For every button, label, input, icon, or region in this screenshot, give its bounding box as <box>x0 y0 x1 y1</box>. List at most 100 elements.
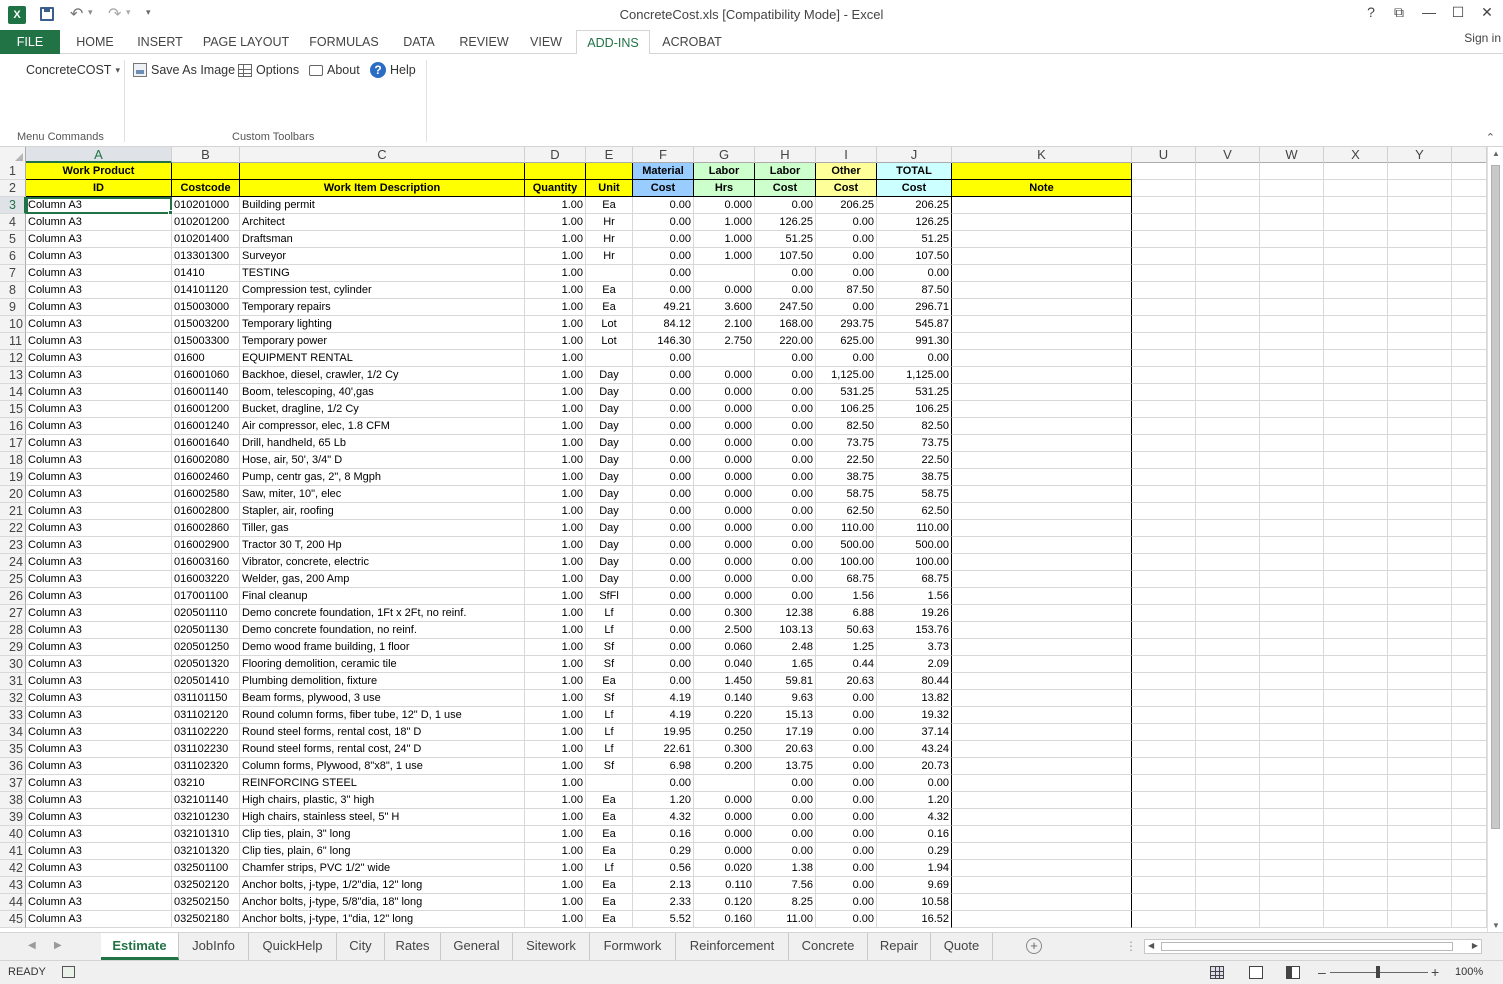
cell-e[interactable]: Day <box>586 537 633 554</box>
zoom-in-icon[interactable]: + <box>1431 964 1439 980</box>
empty-cell[interactable] <box>1260 571 1324 588</box>
row-header[interactable]: 43 <box>0 877 26 894</box>
empty-cell[interactable] <box>1324 673 1388 690</box>
cell-a[interactable]: Column A3 <box>26 656 172 673</box>
empty-cell[interactable] <box>1132 486 1196 503</box>
row-header[interactable]: 27 <box>0 605 26 622</box>
column-header[interactable]: Y <box>1388 147 1452 163</box>
cell-b[interactable]: 015003300 <box>172 333 240 350</box>
empty-cell[interactable] <box>1132 911 1196 928</box>
column-header[interactable]: F <box>633 147 694 163</box>
sheet-tab-repair[interactable]: Repair <box>868 933 931 960</box>
cell-a[interactable]: Column A3 <box>26 486 172 503</box>
cell-d[interactable]: 1.00 <box>525 214 586 231</box>
row-header[interactable]: 13 <box>0 367 26 384</box>
empty-cell[interactable] <box>1452 537 1487 554</box>
header-cell[interactable]: Unit <box>586 180 633 197</box>
sheet-next-icon[interactable]: ▶ <box>54 940 62 951</box>
empty-cell[interactable] <box>952 316 1132 333</box>
cell-a[interactable]: Column A3 <box>26 707 172 724</box>
cell-g[interactable]: 0.000 <box>694 401 755 418</box>
empty-cell[interactable] <box>1196 197 1260 214</box>
cell-i[interactable]: 110.00 <box>816 520 877 537</box>
cell-f[interactable]: 0.00 <box>633 367 694 384</box>
empty-cell[interactable] <box>1260 843 1324 860</box>
sheet-tab-city[interactable]: City <box>337 933 385 960</box>
header-cell[interactable]: Labor <box>755 163 816 180</box>
cell-f[interactable]: 0.00 <box>633 282 694 299</box>
empty-cell[interactable] <box>952 588 1132 605</box>
empty-cell[interactable] <box>1324 418 1388 435</box>
row-header[interactable]: 24 <box>0 554 26 571</box>
row-header[interactable]: 7 <box>0 265 26 282</box>
cell-e[interactable]: Sf <box>586 758 633 775</box>
cell-b[interactable]: 032101140 <box>172 792 240 809</box>
cell-d[interactable]: 1.00 <box>525 911 586 928</box>
cell-c[interactable]: Temporary repairs <box>240 299 525 316</box>
cell-f[interactable]: 0.00 <box>633 520 694 537</box>
empty-cell[interactable] <box>1196 503 1260 520</box>
cell-e[interactable]: Ea <box>586 809 633 826</box>
empty-cell[interactable] <box>1388 894 1452 911</box>
column-header[interactable]: J <box>877 147 952 163</box>
select-all-corner[interactable] <box>0 147 26 163</box>
empty-cell[interactable] <box>1132 792 1196 809</box>
cell-e[interactable]: Day <box>586 554 633 571</box>
empty-cell[interactable] <box>1452 384 1487 401</box>
cell-j[interactable]: 0.00 <box>877 265 952 282</box>
cell-g[interactable]: 0.000 <box>694 809 755 826</box>
cell-g[interactable]: 0.110 <box>694 877 755 894</box>
cell-h[interactable]: 17.19 <box>755 724 816 741</box>
cell-i[interactable]: 0.00 <box>816 690 877 707</box>
empty-cell[interactable] <box>1388 469 1452 486</box>
header-cell[interactable]: ID <box>26 180 172 197</box>
cell-g[interactable] <box>694 350 755 367</box>
cell-j[interactable]: 1.20 <box>877 792 952 809</box>
empty-cell[interactable] <box>1260 826 1324 843</box>
cell-b[interactable]: 016002860 <box>172 520 240 537</box>
empty-cell[interactable] <box>1388 452 1452 469</box>
cell-e[interactable]: Ea <box>586 894 633 911</box>
row-header[interactable]: 25 <box>0 571 26 588</box>
empty-cell[interactable] <box>1452 877 1487 894</box>
concretecost-menu-button[interactable]: ConcreteCOST ▾ <box>26 60 120 80</box>
cell-c[interactable]: High chairs, plastic, 3" high <box>240 792 525 809</box>
cell-c[interactable]: Demo wood frame building, 1 floor <box>240 639 525 656</box>
cell-h[interactable]: 0.00 <box>755 265 816 282</box>
empty-cell[interactable] <box>1196 214 1260 231</box>
cell-j[interactable]: 3.73 <box>877 639 952 656</box>
cell-f[interactable]: 0.00 <box>633 588 694 605</box>
cell-a[interactable]: Column A3 <box>26 860 172 877</box>
cell-f[interactable]: 0.16 <box>633 826 694 843</box>
cell-d[interactable]: 1.00 <box>525 690 586 707</box>
empty-cell[interactable] <box>952 367 1132 384</box>
cell-c[interactable]: Drill, handheld, 65 Lb <box>240 435 525 452</box>
empty-cell[interactable] <box>1452 724 1487 741</box>
cell-i[interactable]: 58.75 <box>816 486 877 503</box>
empty-cell[interactable] <box>1260 503 1324 520</box>
cell-d[interactable]: 1.00 <box>525 792 586 809</box>
cell-j[interactable]: 100.00 <box>877 554 952 571</box>
cell-b[interactable]: 014101120 <box>172 282 240 299</box>
cell-g[interactable]: 0.000 <box>694 826 755 843</box>
cell-j[interactable]: 19.26 <box>877 605 952 622</box>
empty-cell[interactable] <box>1324 656 1388 673</box>
cell-b[interactable]: 016002080 <box>172 452 240 469</box>
vertical-scrollbar[interactable]: ▲ ▼ <box>1487 147 1503 932</box>
cell-g[interactable]: 0.000 <box>694 367 755 384</box>
row-header[interactable]: 29 <box>0 639 26 656</box>
empty-cell[interactable] <box>1196 554 1260 571</box>
cell-g[interactable]: 0.000 <box>694 554 755 571</box>
cell-f[interactable]: 0.56 <box>633 860 694 877</box>
empty-cell[interactable] <box>1132 724 1196 741</box>
cell-d[interactable]: 1.00 <box>525 554 586 571</box>
cell-c[interactable]: Backhoe, diesel, crawler, 1/2 Cy <box>240 367 525 384</box>
cell-b[interactable]: 032502180 <box>172 911 240 928</box>
cell-c[interactable]: Round steel forms, rental cost, 24" D <box>240 741 525 758</box>
help-button[interactable]: ? Help <box>370 60 416 80</box>
cell-i[interactable]: 1,125.00 <box>816 367 877 384</box>
cell-e[interactable]: Day <box>586 469 633 486</box>
empty-cell[interactable] <box>1452 367 1487 384</box>
cell-d[interactable]: 1.00 <box>525 520 586 537</box>
cell-d[interactable]: 1.00 <box>525 588 586 605</box>
